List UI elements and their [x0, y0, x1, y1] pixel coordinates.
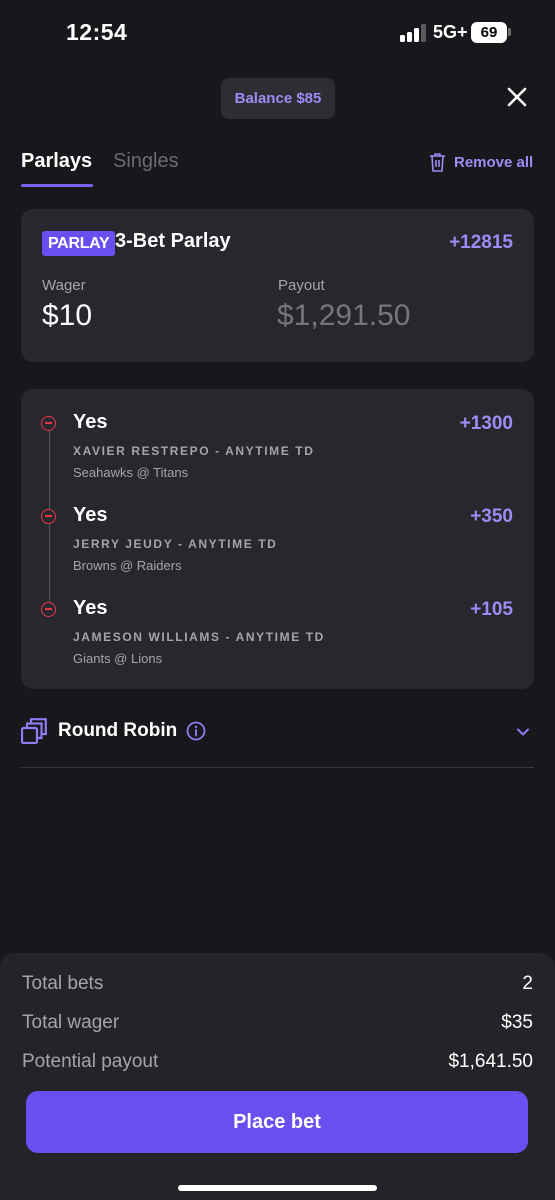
remove-leg-icon[interactable] [41, 509, 56, 524]
parlay-badge: PARLAY [42, 231, 116, 256]
remove-all-label: Remove all [454, 153, 534, 171]
total-bets-value: 2 [522, 973, 533, 994]
bet-summary-footer: Total bets 2 Total wager $35 Potential p… [0, 953, 555, 1200]
leg-odds: +1300 [459, 413, 513, 434]
trash-icon [430, 153, 445, 172]
remove-leg-icon[interactable] [41, 416, 56, 431]
leg-odds: +350 [470, 506, 513, 527]
leg-item: Yes JAMESON WILLIAMS - ANYTIME TD Giants… [21, 575, 534, 666]
remove-all-button[interactable]: Remove all [429, 150, 533, 174]
leg-odds: +105 [470, 599, 513, 620]
leg-game: Giants @ Lions [73, 651, 163, 666]
parlay-odds: +12815 [449, 232, 513, 253]
remove-leg-icon[interactable] [41, 602, 56, 617]
home-indicator[interactable] [178, 1185, 377, 1191]
potential-payout-row: Potential payout $1,641.50 [22, 1051, 533, 1077]
battery-level: 69 [480, 24, 498, 41]
parlay-title: 3-Bet Parlay [115, 230, 231, 252]
leg-market: XAVIER RESTREPO - ANYTIME TD [73, 444, 315, 458]
tab-parlays[interactable]: Parlays [21, 150, 92, 173]
payout-value: $1,291.50 [277, 299, 411, 332]
total-bets-label: Total bets [22, 973, 104, 994]
total-wager-label: Total wager [22, 1012, 120, 1033]
info-icon[interactable] [186, 721, 206, 741]
total-bets-row: Total bets 2 [22, 973, 533, 999]
tab-singles[interactable]: Singles [113, 150, 179, 173]
divider [21, 767, 534, 768]
leg-item: Yes XAVIER RESTREPO - ANYTIME TD Seahawk… [21, 389, 534, 480]
potential-payout-label: Potential payout [22, 1051, 159, 1072]
leg-game: Seahawks @ Titans [73, 465, 189, 480]
leg-pick: Yes [73, 411, 108, 433]
leg-game: Browns @ Raiders [73, 558, 182, 573]
cellular-signal-icon [400, 24, 426, 42]
active-tab-indicator [21, 184, 93, 187]
status-time: 12:54 [66, 19, 128, 45]
wager-label: Wager [42, 277, 86, 294]
round-robin-label: Round Robin [58, 720, 178, 741]
leg-pick: Yes [73, 597, 108, 619]
network-type: 5G+ [433, 22, 468, 42]
close-icon [507, 87, 527, 107]
total-wager-row: Total wager $35 [22, 1012, 533, 1038]
potential-payout-value: $1,641.50 [448, 1051, 533, 1072]
close-button[interactable] [504, 84, 530, 110]
balance-badge: Balance $85 [221, 78, 335, 119]
leg-item: Yes JERRY JEUDY - ANYTIME TD Browns @ Ra… [21, 482, 534, 573]
leg-market: JAMESON WILLIAMS - ANYTIME TD [73, 630, 325, 644]
round-robin-toggle[interactable]: Round Robin [21, 713, 534, 749]
wager-input[interactable]: $10 [42, 299, 92, 333]
leg-pick: Yes [73, 504, 108, 526]
battery-tip [508, 28, 511, 36]
total-wager-value: $35 [501, 1012, 533, 1033]
place-bet-button[interactable]: Place bet [26, 1091, 528, 1153]
parlay-card: PARLAY 3-Bet Parlay +12815 Wager $10 Pay… [21, 209, 534, 362]
legs-card: Yes XAVIER RESTREPO - ANYTIME TD Seahawk… [21, 389, 534, 689]
status-bar: 12:54 5G+ 69 [0, 0, 555, 60]
round-robin-icon [21, 718, 47, 744]
chevron-down-icon[interactable] [516, 727, 530, 737]
battery-icon: 69 [471, 22, 507, 43]
leg-market: JERRY JEUDY - ANYTIME TD [73, 537, 278, 551]
payout-label: Payout [278, 277, 325, 294]
